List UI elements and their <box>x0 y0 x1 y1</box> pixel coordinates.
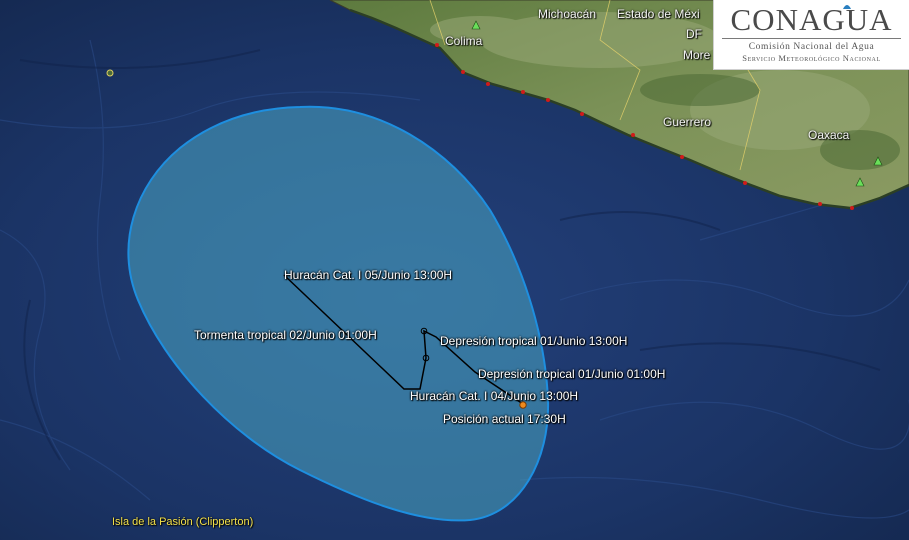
label-depresion-01-junio-01h: Depresión tropical 01/Junio 01:00H <box>478 367 666 381</box>
label-clipperton: Isla de la Pasión (Clipperton) <box>112 516 254 528</box>
label-estado-de-mexico: Estado de Méxi <box>617 7 700 21</box>
label-morelos: More <box>683 48 711 62</box>
clipperton-marker <box>106 69 114 77</box>
label-huracan-04-junio: Huracán Cat. I 04/Junio 13:00H <box>410 389 579 403</box>
logo-line-servicio: Servicio Meteorológico Nacional <box>742 53 881 63</box>
label-oaxaca: Oaxaca <box>808 128 850 142</box>
water-drop-icon <box>843 5 851 9</box>
satellite-map <box>0 0 909 540</box>
logo-line-comision: Comisión Nacional del Agua <box>748 42 875 52</box>
label-huracan-05-junio: Huracán Cat. I 05/Junio 13:00H <box>284 268 453 282</box>
label-df: DF <box>686 27 702 41</box>
logo-name: CONAGUA <box>730 2 893 37</box>
label-tormenta-02-junio: Tormenta tropical 02/Junio 01:00H <box>194 328 377 342</box>
label-posicion-actual: Posición actual 17:30H <box>443 412 566 426</box>
logo-divider <box>722 38 901 39</box>
label-colima: Colima <box>445 34 483 48</box>
label-depresion-01-junio-13h: Depresión tropical 01/Junio 13:00H <box>440 334 628 348</box>
label-guerrero: Guerrero <box>663 115 712 129</box>
conagua-logo: CONAGUA Comisión Nacional del Agua Servi… <box>713 0 909 70</box>
label-michoacan: Michoacán <box>538 7 597 21</box>
